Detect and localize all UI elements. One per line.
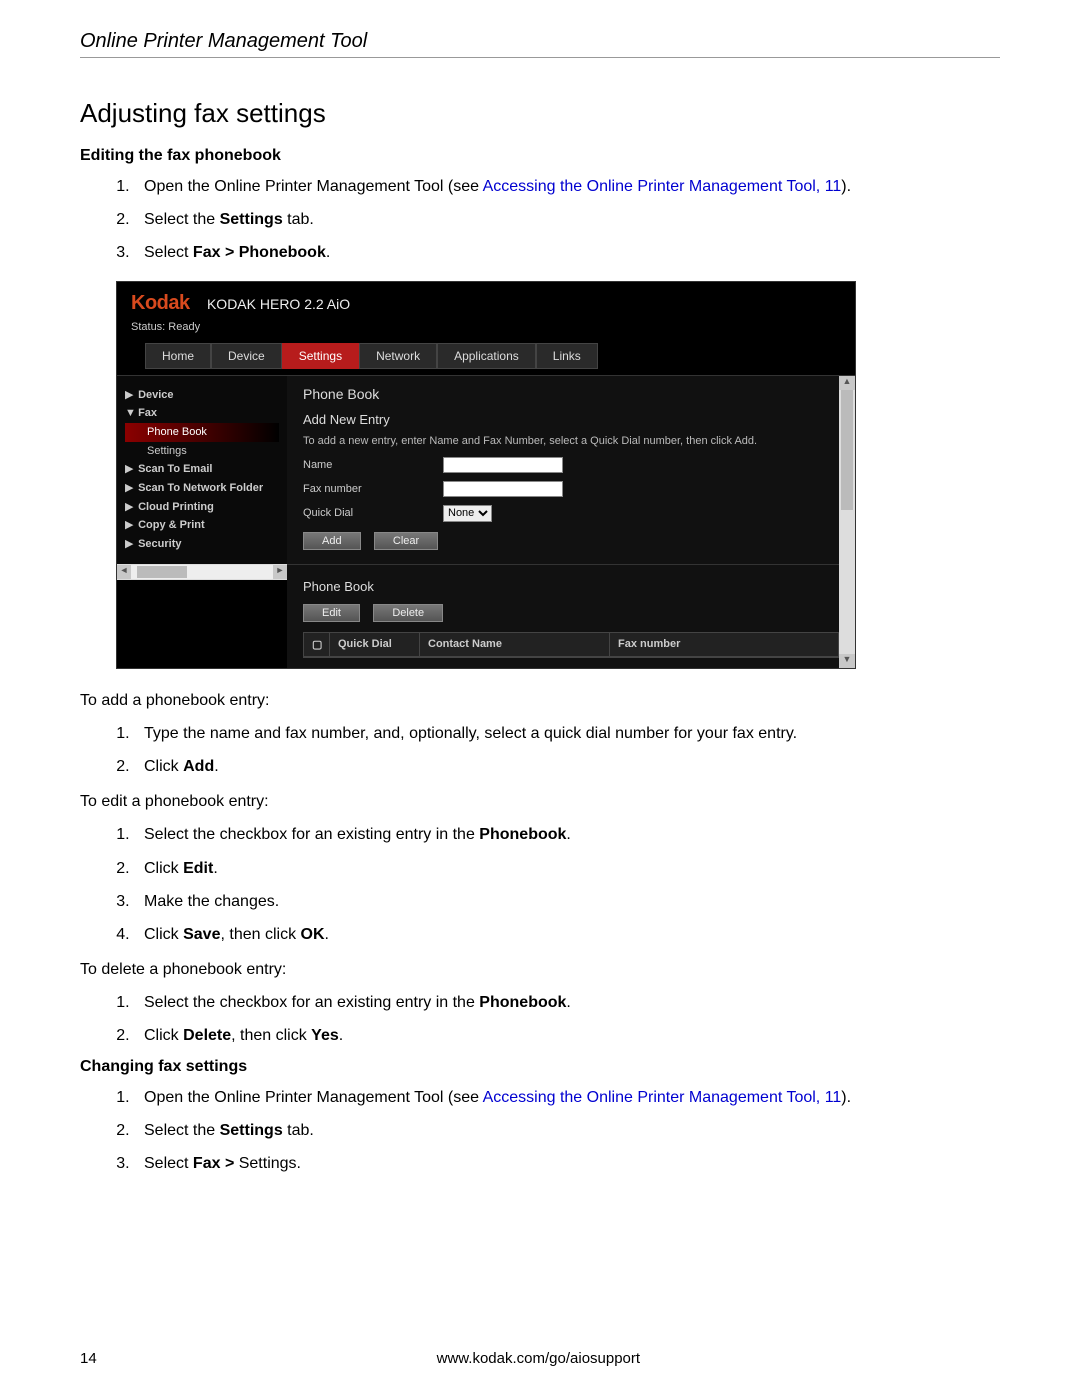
scroll-down-icon[interactable]: ▼ (839, 654, 855, 668)
sidebar-item-fax[interactable]: ▼ Fax (125, 404, 279, 423)
add-button[interactable]: Add (303, 532, 361, 550)
page-footer: 14 www.kodak.com/go/aiosupport (80, 1350, 1000, 1367)
quickdial-select[interactable]: None (443, 505, 492, 522)
quickdial-label: Quick Dial (303, 507, 443, 519)
content-vscroll[interactable]: ▲ ▼ (839, 376, 855, 668)
col-fax: Fax number (610, 633, 838, 656)
name-label: Name (303, 459, 443, 471)
delete-button[interactable]: Delete (373, 604, 443, 622)
sidebar-subitem-phone-book[interactable]: Phone Book (125, 423, 279, 442)
model-label: KODAK HERO 2.2 AiO (207, 296, 350, 312)
printer-tool-screenshot: Kodak KODAK HERO 2.2 AiO Status: Ready H… (116, 281, 856, 669)
tab-applications[interactable]: Applications (437, 343, 536, 369)
scroll-left-icon[interactable]: ◄ (117, 565, 131, 579)
phonebook-table: ▢ Quick Dial Contact Name Fax number (303, 632, 839, 658)
steps-editing-phonebook: Open the Online Printer Management Tool … (80, 173, 1000, 267)
sidebar-item-scan-to-network-folder[interactable]: ▶ Scan To Network Folder (125, 479, 279, 498)
add-entry-heading: Add New Entry (303, 412, 839, 427)
para-edit: To edit a phonebook entry: (80, 788, 1000, 815)
sidebar-item-copy-&-print[interactable]: ▶ Copy & Print (125, 516, 279, 535)
step: Click Delete, then click Yes. (134, 1022, 1000, 1049)
tab-home[interactable]: Home (145, 343, 211, 369)
step: Click Edit. (134, 855, 1000, 882)
sidebar: ▶ Device▼ FaxPhone BookSettings▶ Scan To… (117, 376, 287, 564)
link-accessing-tool[interactable]: Accessing the Online Printer Management … (483, 1089, 842, 1106)
sidebar-subitem-settings[interactable]: Settings (125, 442, 279, 461)
steps-edit: Select the checkbox for an existing entr… (80, 821, 1000, 948)
tab-settings[interactable]: Settings (282, 343, 359, 369)
edit-button[interactable]: Edit (303, 604, 360, 622)
page-number: 14 (80, 1350, 97, 1367)
scroll-right-icon[interactable]: ► (273, 565, 287, 579)
sidebar-hscroll[interactable]: ◄ ► (117, 564, 287, 580)
steps-add: Type the name and fax number, and, optio… (80, 720, 1000, 780)
tab-links[interactable]: Links (536, 343, 598, 369)
faxnumber-label: Fax number (303, 483, 443, 495)
sidebar-item-scan-to-email[interactable]: ▶ Scan To Email (125, 460, 279, 479)
link-accessing-tool[interactable]: Accessing the Online Printer Management … (483, 178, 842, 195)
para-delete: To delete a phonebook entry: (80, 956, 1000, 983)
step: Select the checkbox for an existing entr… (134, 989, 1000, 1016)
footer-url: www.kodak.com/go/aiosupport (437, 1350, 640, 1367)
step: Open the Online Printer Management Tool … (134, 173, 1000, 200)
step: Make the changes. (134, 888, 1000, 915)
clear-button[interactable]: Clear (374, 532, 438, 550)
para-add: To add a phonebook entry: (80, 687, 1000, 714)
scroll-thumb[interactable] (137, 566, 187, 578)
col-quickdial: Quick Dial (330, 633, 420, 656)
step: Select the Settings tab. (134, 206, 1000, 233)
sidebar-item-security[interactable]: ▶ Security (125, 535, 279, 554)
tab-network[interactable]: Network (359, 343, 437, 369)
step: Click Save, then click OK. (134, 921, 1000, 948)
phonebook-heading: Phone Book (303, 579, 839, 594)
step: Select Fax > Phonebook. (134, 239, 1000, 266)
pane-title: Phone Book (303, 386, 839, 402)
checkbox-col[interactable]: ▢ (304, 633, 330, 656)
faxnumber-input[interactable] (443, 481, 563, 497)
scroll-up-icon[interactable]: ▲ (839, 376, 855, 390)
step: Open the Online Printer Management Tool … (134, 1084, 1000, 1111)
subhead-changing-settings: Changing fax settings (80, 1058, 1000, 1076)
scroll-thumb[interactable] (841, 390, 853, 510)
sidebar-item-device[interactable]: ▶ Device (125, 386, 279, 405)
page-header: Online Printer Management Tool (80, 30, 1000, 58)
steps-delete: Select the checkbox for an existing entr… (80, 989, 1000, 1049)
step: Select Fax > Settings. (134, 1150, 1000, 1177)
col-contact: Contact Name (420, 633, 610, 656)
sidebar-item-cloud-printing[interactable]: ▶ Cloud Printing (125, 498, 279, 517)
step: Select the checkbox for an existing entr… (134, 821, 1000, 848)
step: Click Add. (134, 753, 1000, 780)
tabs: HomeDeviceSettingsNetworkApplicationsLin… (145, 343, 841, 369)
content-pane: Phone Book Add New Entry To add a new en… (287, 376, 855, 668)
section-title: Adjusting fax settings (80, 98, 1000, 129)
tab-device[interactable]: Device (211, 343, 282, 369)
step: Type the name and fax number, and, optio… (134, 720, 1000, 747)
add-entry-instruction: To add a new entry, enter Name and Fax N… (303, 435, 839, 447)
steps-changing-settings: Open the Online Printer Management Tool … (80, 1084, 1000, 1178)
subhead-editing-phonebook: Editing the fax phonebook (80, 147, 1000, 165)
step: Select the Settings tab. (134, 1117, 1000, 1144)
status-label: Status: Ready (131, 321, 841, 333)
name-input[interactable] (443, 457, 563, 473)
brand-logo: Kodak (131, 292, 190, 314)
